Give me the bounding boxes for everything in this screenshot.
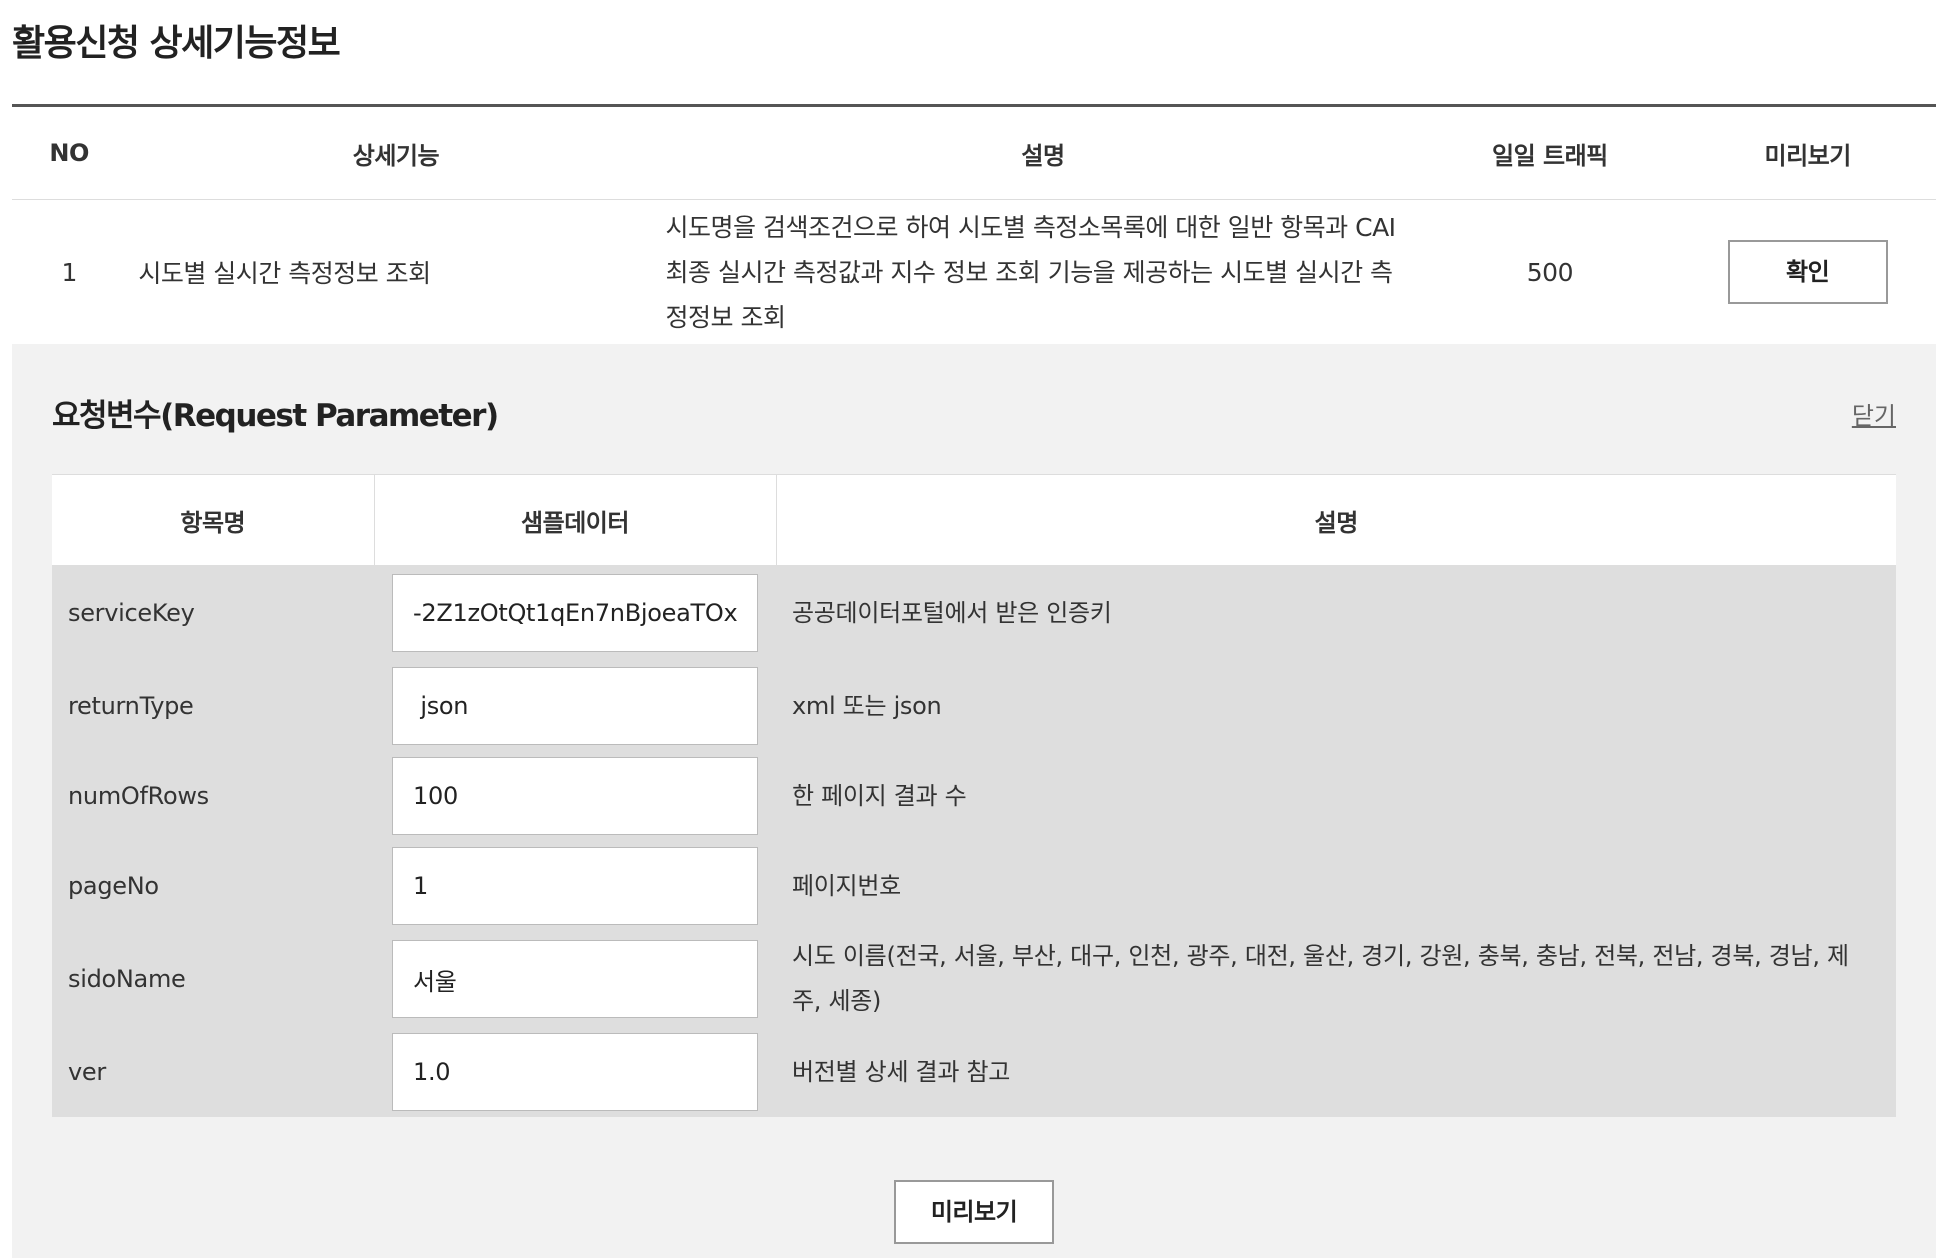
returntype-input[interactable] [392, 667, 758, 745]
request-parameter-table: 항목명 샘플데이터 설명 serviceKey 공공데이터포털에서 받은 인증키… [52, 474, 1896, 1117]
row-preview-cell: 확인 [1679, 199, 1936, 345]
param-description: 시도 이름(전국, 서울, 부산, 대구, 인천, 광주, 대전, 울산, 경기… [792, 942, 1849, 1015]
param-description: xml 또는 json [792, 691, 942, 720]
param-description: 페이지번호 [792, 871, 901, 900]
request-parameter-panel: 요청변수(Request Parameter) 닫기 항목명 샘플데이터 설명 … [12, 344, 1936, 1258]
header-no: NO [12, 105, 127, 200]
param-input-cell [374, 1027, 776, 1117]
param-name: returnType [68, 692, 194, 720]
param-name: serviceKey [68, 599, 195, 627]
param-row-returntype: returnType xml 또는 json [52, 661, 1896, 751]
param-name: sidoName [68, 965, 186, 993]
param-description: 공공데이터포털에서 받은 인증키 [792, 598, 1112, 627]
param-row-ver: ver 버전별 상세 결과 참고 [52, 1027, 1896, 1117]
param-row-sidoname: sidoName 시도 이름(전국, 서울, 부산, 대구, 인천, 광주, 대… [52, 931, 1896, 1027]
row-feature-name: 시도별 실시간 측정정보 조회 [126, 199, 666, 345]
table-row: 1 시도별 실시간 측정정보 조회 시도명을 검색조건으로 하여 시도별 측정소… [12, 199, 1936, 345]
header-feature: 상세기능 [126, 105, 666, 200]
request-parameter-title: 요청변수(Request Parameter) [52, 398, 499, 434]
header-preview: 미리보기 [1679, 105, 1936, 200]
preview-button[interactable]: 미리보기 [894, 1180, 1054, 1244]
param-input-cell [374, 751, 776, 841]
param-row-servicekey: serviceKey 공공데이터포털에서 받은 인증키 [52, 565, 1896, 661]
header-param-description: 설명 [776, 474, 1896, 565]
header-item-name: 항목명 [52, 474, 375, 565]
row-description: 시도명을 검색조건으로 하여 시도별 측정소목록에 대한 일반 항목과 CAI최… [665, 199, 1421, 345]
close-link[interactable]: 닫기 [1852, 396, 1896, 431]
ver-input[interactable] [392, 1033, 758, 1111]
page-title: 활용신청 상세기능정보 [12, 23, 341, 64]
pageno-input[interactable] [392, 847, 758, 925]
feature-table: NO 상세기능 설명 일일 트래픽 미리보기 1 시도별 실시간 측정정보 조회… [12, 104, 1936, 345]
confirm-button[interactable]: 확인 [1727, 240, 1888, 304]
page: 활용신청 상세기능정보 NO 상세기능 설명 일일 트래픽 미리보기 1 시도별… [0, 0, 1948, 1258]
param-name: numOfRows [68, 782, 209, 810]
header-description: 설명 [665, 105, 1421, 200]
header-traffic: 일일 트래픽 [1420, 105, 1680, 200]
row-traffic: 500 [1420, 199, 1680, 345]
numofrows-input[interactable] [392, 757, 758, 835]
param-row-numofrows: numOfRows 한 페이지 결과 수 [52, 751, 1896, 841]
header-sample-data: 샘플데이터 [374, 474, 777, 565]
param-name: pageNo [68, 872, 159, 900]
param-row-pageno: pageNo 페이지번호 [52, 841, 1896, 931]
row-no: 1 [12, 199, 127, 345]
param-table-header: 항목명 샘플데이터 설명 [52, 474, 1896, 565]
param-description: 한 페이지 결과 수 [792, 781, 967, 810]
param-input-cell [374, 661, 776, 751]
servicekey-input[interactable] [392, 574, 758, 652]
param-input-cell [374, 841, 776, 931]
param-input-cell [374, 565, 776, 661]
param-description: 버전별 상세 결과 참고 [792, 1057, 1011, 1086]
sidoname-input[interactable] [392, 940, 758, 1018]
param-name: ver [68, 1058, 106, 1086]
param-input-cell [374, 931, 776, 1027]
feature-table-header: NO 상세기능 설명 일일 트래픽 미리보기 [12, 105, 1936, 200]
